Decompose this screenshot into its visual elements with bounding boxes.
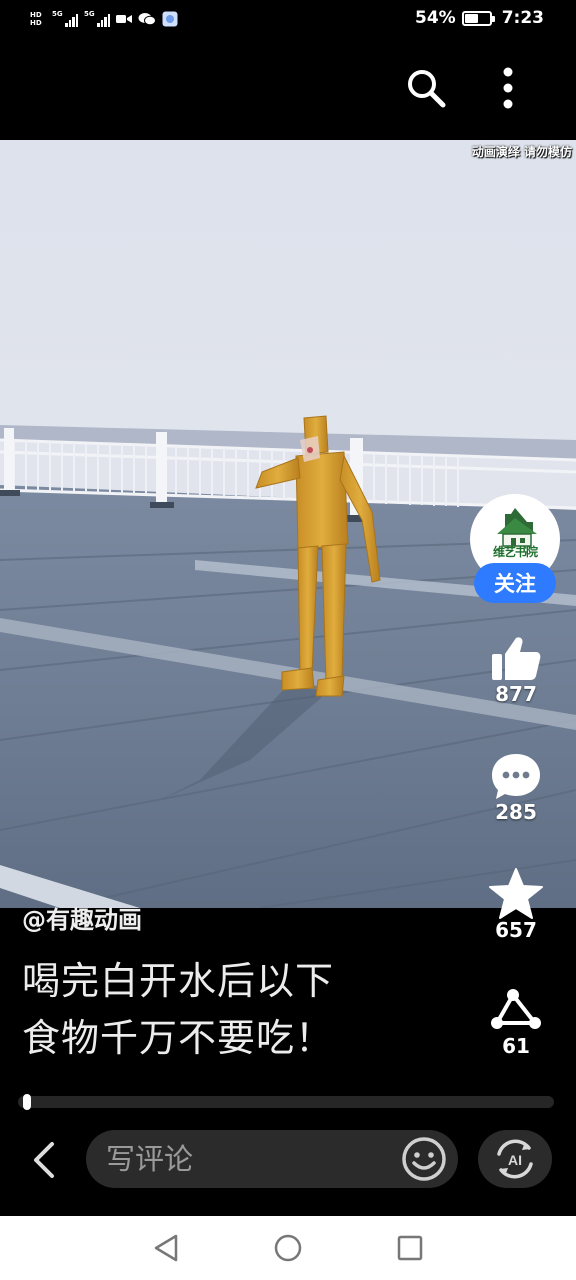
nav-back-button[interactable] — [146, 1228, 186, 1268]
hd-icon: HD HD — [30, 11, 42, 27]
avatar-text: 维艺书院 — [492, 545, 538, 559]
system-navigation-bar — [0, 1216, 576, 1280]
follow-button[interactable]: 关注 — [474, 563, 556, 603]
ai-label: AI — [508, 1152, 522, 1168]
share-button[interactable]: 61 — [476, 982, 556, 1058]
video-camera-icon — [116, 15, 132, 23]
emoji-button[interactable] — [400, 1135, 448, 1183]
comment-button[interactable]: 285 — [476, 748, 556, 824]
caption-line: 食物千万不要吃！ — [22, 1016, 335, 1060]
chevron-left-icon — [34, 1142, 54, 1178]
like-button[interactable]: 877 — [476, 630, 556, 706]
more-vertical-icon — [503, 67, 513, 109]
battery-icon — [461, 10, 495, 26]
comment-count: 285 — [495, 800, 537, 824]
star-icon — [489, 868, 543, 919]
search-icon — [408, 70, 446, 108]
clock: 7:23 — [501, 8, 544, 28]
square-recents-icon — [397, 1235, 423, 1261]
caption-line: 喝完白开水后以下 — [22, 959, 335, 1003]
image-icon — [162, 11, 178, 27]
status-icons-left: HD HD 5G 5G — [30, 9, 178, 29]
author-handle[interactable]: @有趣动画 — [22, 900, 142, 935]
status-icons-right: 54% 7:23 — [415, 8, 544, 28]
like-count: 877 — [495, 682, 537, 706]
search-button[interactable] — [402, 64, 450, 112]
smiley-icon — [402, 1137, 446, 1181]
wechat-icon — [138, 13, 156, 26]
favorite-count: 657 — [495, 918, 537, 942]
ai-assistant-button[interactable]: AI — [478, 1130, 552, 1188]
signal-icon: 5G — [52, 10, 78, 28]
status-bar: HD HD 5G 5G 54% 7:23 — [0, 0, 576, 40]
comment-input[interactable] — [106, 1130, 396, 1188]
share-count: 61 — [502, 1034, 530, 1058]
favorite-button[interactable]: 657 — [476, 866, 556, 942]
triangle-back-icon — [154, 1234, 178, 1262]
playback-progress-bar[interactable] — [18, 1094, 554, 1110]
comment-box[interactable] — [86, 1130, 458, 1188]
circle-home-icon — [274, 1234, 302, 1262]
video-watermark: 动画演绎 请勿模仿 — [471, 145, 572, 159]
comment-bubble-icon — [492, 754, 540, 799]
back-button[interactable] — [22, 1132, 64, 1188]
thumbs-up-icon — [492, 637, 541, 680]
progress-knob[interactable] — [23, 1094, 31, 1110]
video-caption: 喝完白开水后以下 食物千万不要吃！ — [22, 953, 442, 1067]
more-options-button[interactable] — [484, 64, 532, 112]
ai-refresh-icon: AI — [497, 1139, 533, 1179]
battery-percent: 54% — [415, 8, 456, 28]
top-bar — [0, 40, 576, 140]
nav-recents-button[interactable] — [390, 1228, 430, 1268]
signal-icon: 5G — [84, 10, 110, 28]
share-icon — [491, 989, 541, 1029]
nav-home-button[interactable] — [268, 1228, 308, 1268]
